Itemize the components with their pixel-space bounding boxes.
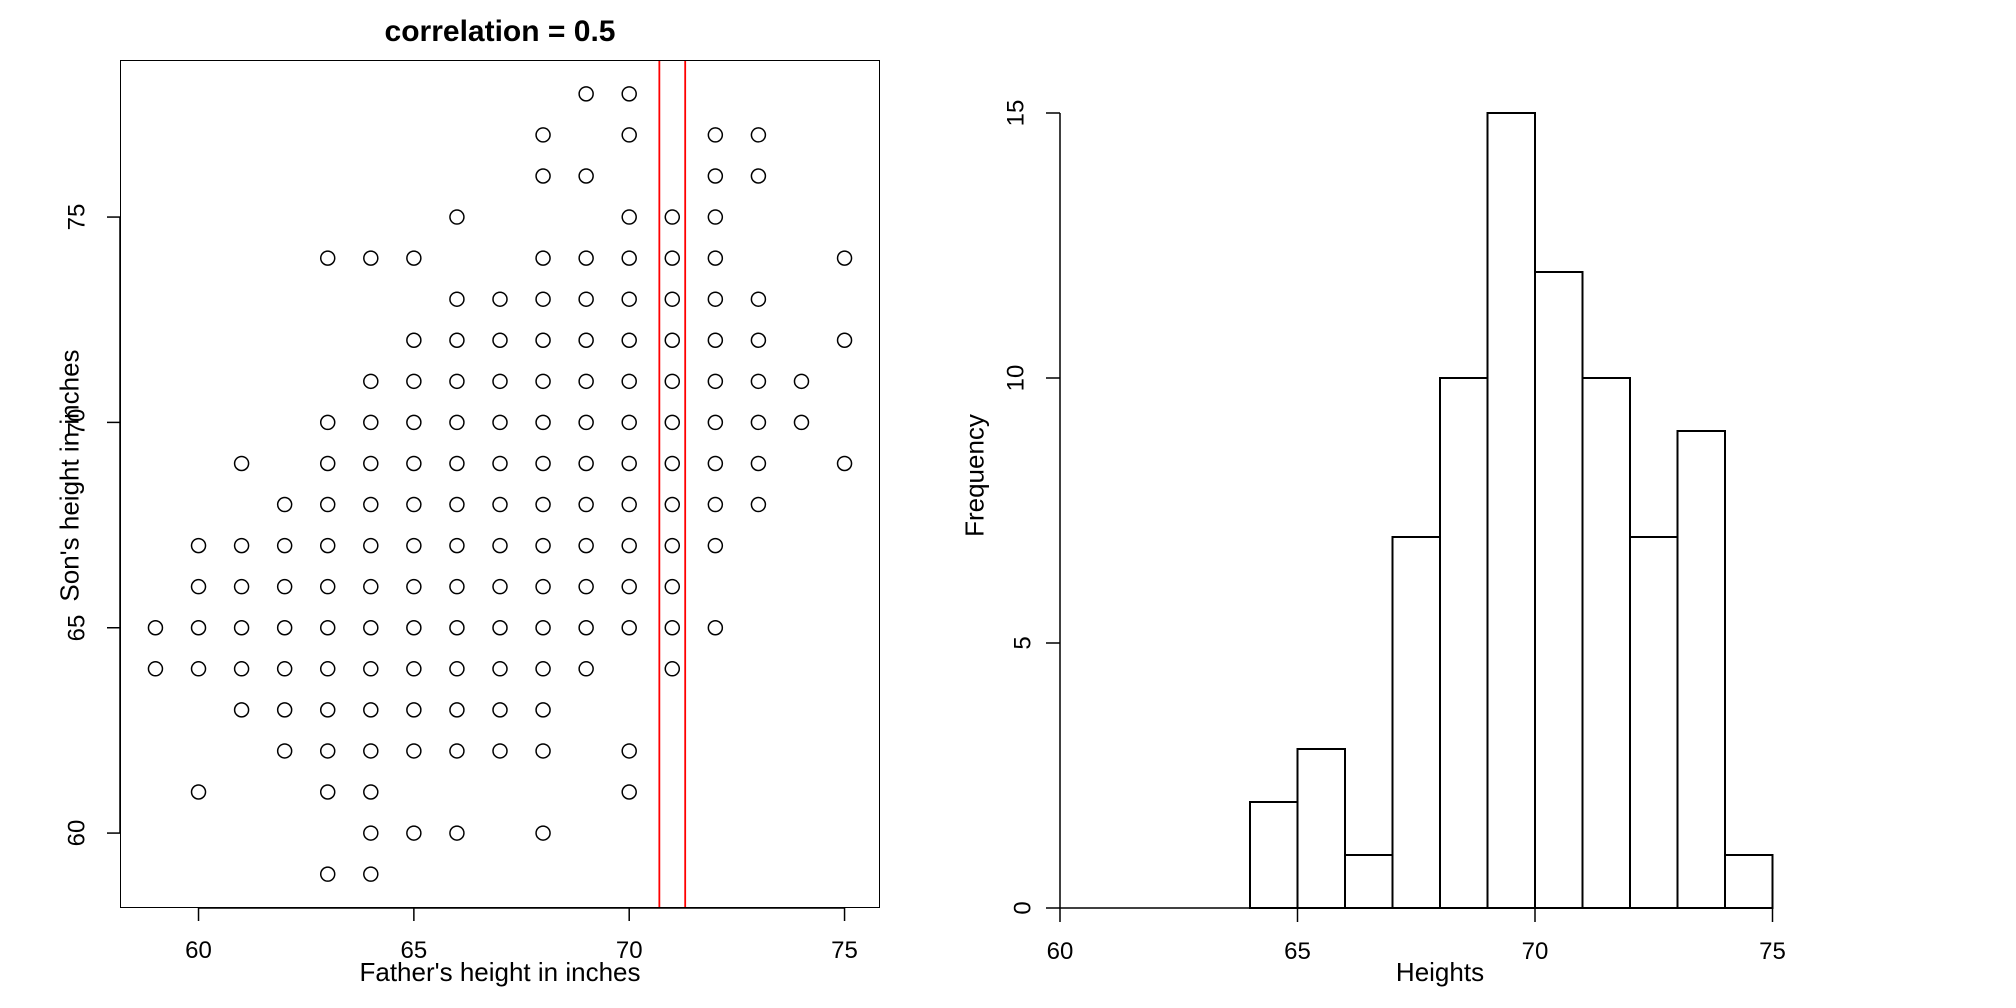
histogram-ylabel: Frequency [960, 376, 991, 576]
scatter-xlabel: Father's height in inches [120, 957, 880, 988]
histogram-xlabel: Heights [1060, 957, 1820, 988]
scatter-svg [121, 61, 879, 927]
histogram-plot: 60657075051015 [1060, 60, 1820, 908]
scatter-title: correlation = 0.5 [120, 15, 880, 49]
histogram-svg [1060, 60, 1820, 908]
scatter-plot: 6065707560657075 [120, 60, 880, 908]
scatter-ylabel: Son's height in inches [55, 326, 86, 626]
